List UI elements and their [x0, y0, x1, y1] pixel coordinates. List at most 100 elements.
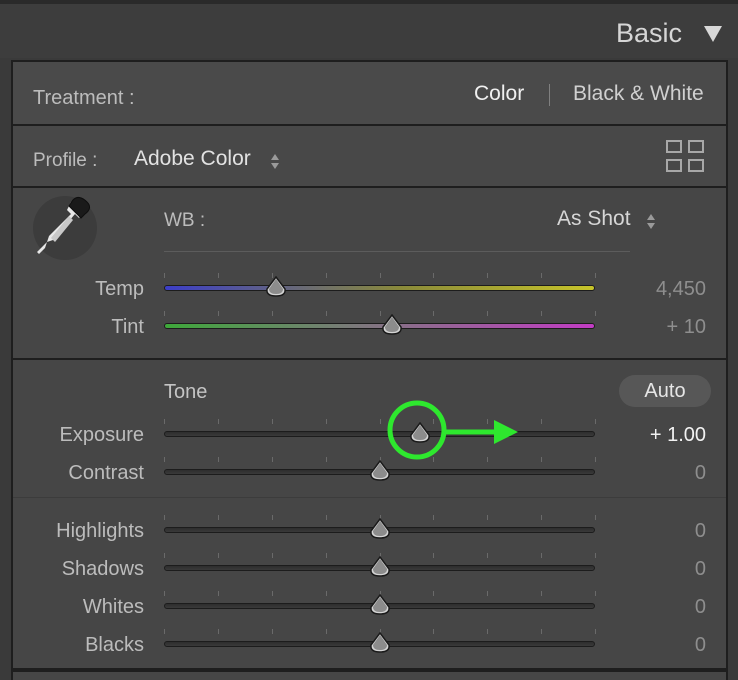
panel-title: Basic: [615, 18, 682, 48]
slider-tick: [326, 311, 327, 316]
slider-tick: [380, 273, 381, 278]
slider-tick: [487, 591, 488, 596]
slider-tick: [272, 553, 273, 558]
slider-tick: [487, 419, 488, 424]
white-balance-section: WB : As Shot Temp 4,450 Tint + 10: [13, 188, 726, 360]
slider-tick: [541, 591, 542, 596]
whites-value[interactable]: 0: [556, 596, 706, 619]
slider-tick: [272, 419, 273, 424]
basic-panel-header[interactable]: Basic: [0, 4, 738, 58]
wb-select[interactable]: As Shot: [557, 207, 631, 231]
slider-tick: [272, 591, 273, 596]
shadows-label: Shadows: [61, 558, 144, 580]
slider-tick: [326, 591, 327, 596]
exposure-slider-thumb[interactable]: [408, 421, 432, 444]
contrast-label: Contrast: [68, 462, 144, 484]
slider-tick: [164, 515, 165, 520]
slider-tick: [433, 273, 434, 278]
treatment-label: Treatment :: [33, 87, 135, 109]
temp-slider-thumb[interactable]: [264, 275, 288, 298]
slider-tick: [541, 273, 542, 278]
slider-tick: [380, 419, 381, 424]
triangle-down-icon[interactable]: [704, 26, 722, 42]
tint-value[interactable]: + 10: [556, 316, 706, 339]
exposure-label: Exposure: [59, 424, 145, 446]
shadows-value[interactable]: 0: [556, 558, 706, 581]
temp-value[interactable]: 4,450: [556, 278, 706, 301]
exposure-value[interactable]: + 1.00: [556, 424, 706, 447]
basic-panel: Treatment : Color Black & White Profile …: [11, 60, 728, 680]
slider-tick: [433, 629, 434, 634]
slider-tick: [433, 553, 434, 558]
slider-tick: [272, 457, 273, 462]
highlights-slider-thumb[interactable]: [368, 517, 392, 540]
slider-tick: [433, 591, 434, 596]
shadows-slider-thumb[interactable]: [368, 555, 392, 578]
treatment-color-option[interactable]: Color: [474, 82, 524, 106]
slider-tick: [218, 457, 219, 462]
slider-tick: [541, 457, 542, 462]
temp-slider-track[interactable]: [164, 285, 595, 291]
slider-tick: [487, 311, 488, 316]
slider-tick: [164, 553, 165, 558]
slider-tick: [218, 419, 219, 424]
slider-tick: [433, 457, 434, 462]
slider-tick: [164, 629, 165, 634]
slider-tick: [218, 553, 219, 558]
slider-tick: [326, 553, 327, 558]
temp-label: Temp: [95, 278, 144, 300]
slider-tick: [218, 629, 219, 634]
slider-tick: [433, 419, 434, 424]
tint-slider-thumb[interactable]: [380, 313, 404, 336]
slider-tick: [218, 591, 219, 596]
exposure-slider-track[interactable]: [164, 431, 595, 437]
slider-tick: [326, 273, 327, 278]
treatment-bw-option[interactable]: Black & White: [573, 82, 704, 106]
treatment-divider: [549, 84, 550, 106]
profile-select[interactable]: Adobe Color: [134, 147, 251, 171]
slider-tick: [541, 515, 542, 520]
slider-tick: [272, 629, 273, 634]
contrast-slider-thumb[interactable]: [368, 459, 392, 482]
highlights-label: Highlights: [56, 520, 144, 542]
highlights-value[interactable]: 0: [556, 520, 706, 543]
slider-tick: [326, 457, 327, 462]
blacks-slider-thumb[interactable]: [368, 631, 392, 654]
slider-tick: [164, 591, 165, 596]
panel-bottom-divider: [13, 668, 726, 672]
contrast-value[interactable]: 0: [556, 462, 706, 485]
tone-label: Tone: [164, 381, 208, 403]
slider-tick: [433, 515, 434, 520]
slider-tick: [487, 553, 488, 558]
slider-tick: [218, 311, 219, 316]
profile-label: Profile :: [33, 150, 98, 171]
blacks-value[interactable]: 0: [556, 634, 706, 657]
slider-tick: [272, 311, 273, 316]
slider-tick: [164, 273, 165, 278]
tint-label: Tint: [111, 316, 144, 338]
slider-tick: [541, 553, 542, 558]
auto-button[interactable]: Auto: [619, 375, 711, 407]
whites-slider-thumb[interactable]: [368, 593, 392, 616]
grid-icon[interactable]: [666, 140, 706, 174]
slider-tick: [164, 419, 165, 424]
slider-tick: [326, 515, 327, 520]
slider-tick: [487, 273, 488, 278]
slider-tick: [487, 629, 488, 634]
up-down-chevron-icon[interactable]: [646, 214, 656, 230]
wb-divider: [164, 251, 630, 252]
highlights-shadows-section: Highlights 0 Shadows 0 Whites 0 Blacks 0: [13, 498, 726, 668]
slider-tick: [433, 311, 434, 316]
eyedropper-icon[interactable]: [33, 196, 97, 260]
slider-tick: [326, 629, 327, 634]
slider-tick: [541, 419, 542, 424]
slider-tick: [541, 311, 542, 316]
up-down-chevron-icon[interactable]: [270, 154, 280, 170]
slider-tick: [164, 457, 165, 462]
treatment-row: Treatment : Color Black & White: [13, 62, 726, 126]
slider-tick: [487, 515, 488, 520]
slider-tick: [164, 311, 165, 316]
slider-tick: [218, 273, 219, 278]
blacks-label: Blacks: [85, 634, 144, 656]
slider-tick: [487, 457, 488, 462]
